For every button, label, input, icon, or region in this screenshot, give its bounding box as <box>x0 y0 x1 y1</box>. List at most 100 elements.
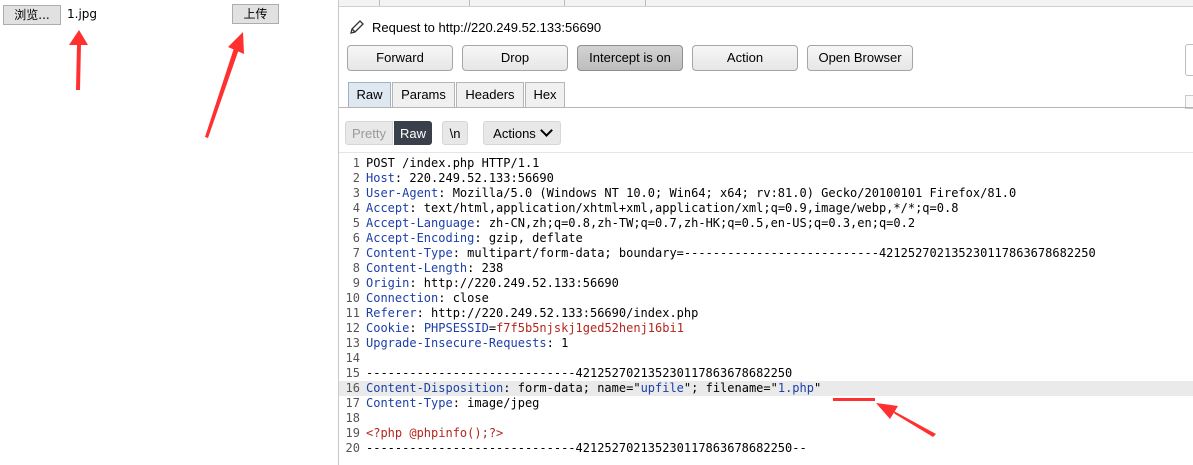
line-code: Accept-Encoding: gzip, deflate <box>366 231 583 246</box>
annotation-arrow <box>69 30 88 90</box>
editor-line: 18 <box>339 411 1193 426</box>
code-token: Referer <box>366 306 417 320</box>
line-code: Content-Disposition: form-data; name="up… <box>366 381 821 396</box>
forward-button[interactable]: Forward <box>347 45 453 71</box>
code-token: : gzip, deflate <box>474 231 583 245</box>
editor-line: 19 <?php @phpinfo();?> <box>339 426 1193 441</box>
drop-button[interactable]: Drop <box>462 45 568 71</box>
intercept-toggle-button[interactable]: Intercept is on <box>577 45 683 71</box>
line-code: Upgrade-Insecure-Requests: 1 <box>366 336 568 351</box>
editor-line: 3 User-Agent: Mozilla/5.0 (Windows NT 10.… <box>339 186 1193 201</box>
editor-line: 20 -----------------------------421252702… <box>339 441 1193 456</box>
pretty-toggle[interactable]: Pretty <box>345 121 393 145</box>
code-token: : close <box>438 291 489 305</box>
line-number: 10 <box>345 291 360 305</box>
tab-raw[interactable]: Raw <box>348 82 391 107</box>
upload-form-pane: 浏览... 1.jpg 上传 <box>0 0 338 465</box>
newline-toggle[interactable]: \n <box>442 121 468 145</box>
code-token: <?php @phpinfo();?> <box>366 426 504 440</box>
line-number: 12 <box>345 321 360 335</box>
line-number: 6 <box>352 231 360 245</box>
actions-dropdown[interactable]: Actions <box>483 121 561 145</box>
comment-field[interactable] <box>1185 44 1193 76</box>
code-token: Content-Type <box>366 396 453 410</box>
tab-separator <box>564 0 565 6</box>
line-number: 18 <box>345 411 360 425</box>
line-number: 3 <box>352 186 360 200</box>
code-token: : text/html,application/xhtml+xml,applic… <box>409 201 959 215</box>
code-token: " <box>813 381 822 395</box>
request-target: Request to http://220.249.52.133:56690 <box>372 19 602 35</box>
tab-divider <box>339 107 1193 108</box>
request-title: Request to http://220.249.52.133:56690 <box>348 16 601 38</box>
code-token: Host <box>366 171 395 185</box>
line-number: 11 <box>345 306 360 320</box>
code-token: f7f5b5njskj1ged52henj16bi1 <box>496 321 684 335</box>
line-number: 17 <box>345 396 360 410</box>
line-code: Cookie: PHPSESSID=f7f5b5njskj1ged52henj1… <box>366 321 684 336</box>
line-number: 19 <box>345 426 360 440</box>
line-code: Accept-Language: zh-CN,zh;q=0.8,zh-TW;q=… <box>366 216 915 231</box>
code-token: upfile <box>640 381 684 395</box>
code-token: -----------------------------42125270213… <box>366 441 807 455</box>
line-number: 16 <box>345 381 360 395</box>
code-token: Origin <box>366 276 410 290</box>
code-token: Content-Disposition <box>366 381 504 395</box>
request-editor[interactable]: 1 POST /index.php HTTP/1.1 2 Host: 220.249.… <box>339 156 1193 465</box>
annotation-arrow <box>205 32 244 138</box>
code-token: Accept <box>366 201 410 215</box>
line-code: Accept: text/html,application/xhtml+xml,… <box>366 201 958 216</box>
line-code: -----------------------------42125270213… <box>366 366 792 381</box>
code-token: : 238 <box>467 261 504 275</box>
editor-line: 16 Content-Disposition: form-data; name="… <box>339 381 1193 396</box>
pencil-icon <box>350 20 364 34</box>
code-token: Upgrade-Insecure-Requests <box>366 336 547 350</box>
code-token: -----------------------------42125270213… <box>366 366 793 380</box>
code-token: : image/jpeg <box>452 396 540 410</box>
line-code: Connection: close <box>366 291 489 306</box>
line-number: 1 <box>352 156 360 170</box>
filename-underline-mark <box>833 398 875 401</box>
line-code: Content-Length: 238 <box>366 261 503 276</box>
line-number: 14 <box>345 351 360 365</box>
line-number: 13 <box>345 336 360 350</box>
open-browser-button[interactable]: Open Browser <box>807 45 913 71</box>
line-number: 9 <box>352 276 360 290</box>
line-code: -----------------------------42125270213… <box>366 441 807 456</box>
code-token: : multipart/form-data; boundary=--------… <box>452 246 1096 260</box>
code-token: : form-data; name=" <box>503 381 641 395</box>
code-token: Connection <box>366 291 439 305</box>
code-token: : <box>409 321 424 335</box>
editor-divider <box>339 152 1193 153</box>
editor-line: 1 POST /index.php HTTP/1.1 <box>339 156 1193 171</box>
raw-toggle[interactable]: Raw <box>394 121 432 145</box>
line-number: 15 <box>345 366 360 380</box>
editor-line: 17 Content-Type: image/jpeg <box>339 396 1193 411</box>
action-button[interactable]: Action <box>692 45 798 71</box>
editor-line: 4 Accept: text/html,application/xhtml+xml… <box>339 201 1193 216</box>
editor-line: 14 <box>339 351 1193 366</box>
editor-line: 7 Content-Type: multipart/form-data; boun… <box>339 246 1193 261</box>
code-token: Cookie <box>366 321 410 335</box>
code-token: Content-Type <box>366 246 453 260</box>
editor-line: 8 Content-Length: 238 <box>339 261 1193 276</box>
browse-button[interactable]: 浏览... <box>3 5 61 25</box>
editor-view-bar: Pretty Raw \n Actions <box>339 116 1193 152</box>
annotation-arrows <box>69 30 244 138</box>
line-code: Referer: http://220.249.52.133:56690/ind… <box>366 306 698 321</box>
code-token: : Mozilla/5.0 (Windows NT 10.0; Win64; x… <box>438 186 1017 200</box>
tab-hex[interactable]: Hex <box>525 82 565 107</box>
chevron-down-icon <box>539 124 553 137</box>
code-token: Content-Length <box>366 261 468 275</box>
upload-button[interactable]: 上传 <box>232 4 279 24</box>
tab-separator <box>379 0 380 6</box>
tab-params[interactable]: Params <box>392 82 455 107</box>
code-token: 1.php <box>777 381 814 395</box>
line-code: Content-Type: multipart/form-data; bound… <box>366 246 1096 261</box>
line-number: 4 <box>352 201 360 215</box>
line-number: 7 <box>352 246 360 260</box>
burp-intercept-panel: Request to http://220.249.52.133:56690 F… <box>338 0 1193 465</box>
editor-line: 2 Host: 220.249.52.133:56690 <box>339 171 1193 186</box>
editor-line: 12 Cookie: PHPSESSID=f7f5b5njskj1ged52hen… <box>339 321 1193 336</box>
tab-headers[interactable]: Headers <box>456 82 524 107</box>
